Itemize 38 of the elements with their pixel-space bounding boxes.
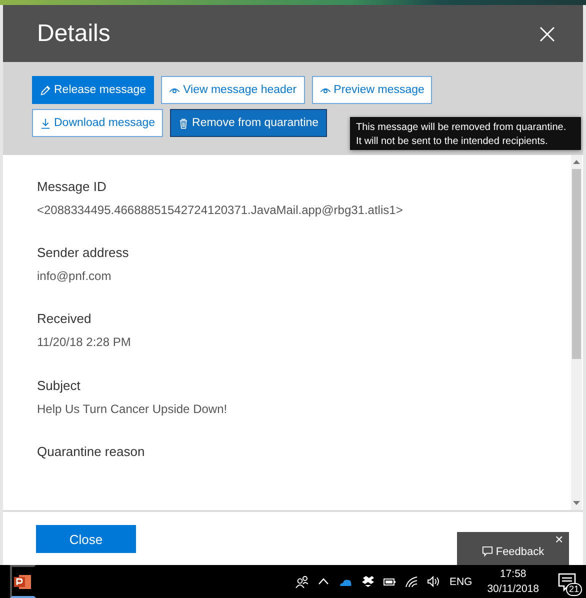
close-button[interactable]: ×	[536, 20, 559, 48]
action-button[interactable]: View message header	[161, 76, 305, 104]
trash-icon	[178, 118, 190, 128]
scrollbar[interactable]	[571, 155, 582, 510]
action-button[interactable]: Remove from quarantine	[170, 109, 327, 137]
notification-count: 21	[566, 582, 582, 596]
field-value: 11/20/18 2:28 PM	[37, 335, 132, 350]
close-button[interactable]: ×	[555, 532, 564, 546]
speaker-icon	[427, 575, 440, 588]
field-value: <2088334495.46688851542724120371.JavaMail.app@rbg31.atlis1>	[37, 203, 404, 217]
clock-date: 30/11/2018	[487, 582, 539, 596]
field-label: Sender address	[37, 245, 130, 260]
language-indicator[interactable]: ENG	[449, 576, 472, 588]
field-label: Subject	[37, 378, 82, 393]
action-button[interactable]: Preview message	[312, 76, 432, 104]
close-button[interactable]: Close	[36, 525, 136, 553]
speech-bubble-icon	[482, 546, 493, 557]
field-value: info@pnf.com	[37, 269, 112, 284]
field-label: Message ID	[37, 179, 108, 194]
notification-icon	[556, 570, 578, 592]
tooltip-text: It will not be sent to the intended recipients.	[356, 134, 549, 148]
scroll-thumb[interactable]	[572, 169, 581, 359]
presentation-app-icon[interactable]	[10, 565, 36, 598]
action-button[interactable]: Download message	[32, 109, 164, 137]
scroll-down-icon	[572, 499, 581, 507]
field-label: Received	[37, 311, 92, 326]
people-icon	[295, 575, 308, 588]
clock-time: 17:58	[500, 566, 526, 582]
box-icon	[361, 575, 374, 588]
field-value: Help Us Turn Cancer Upside Down!	[37, 402, 228, 416]
dialog-title: Details	[37, 20, 110, 48]
scroll-up-icon	[572, 158, 581, 166]
download-icon	[40, 118, 51, 128]
wifi-icon	[405, 575, 418, 588]
field-label: Quarantine reason	[37, 444, 146, 459]
action-button[interactable]: Release message	[32, 76, 154, 104]
pencil-icon	[40, 84, 51, 96]
tooltip-text: This message will be removed from quarantine.	[356, 121, 568, 134]
